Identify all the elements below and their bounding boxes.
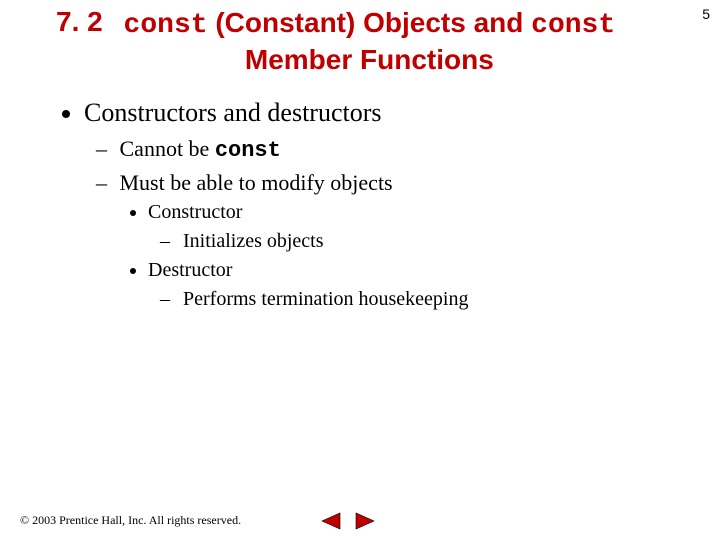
triangle-right-icon (354, 512, 376, 530)
bullet-l4b-text: Performs termination housekeeping (183, 288, 469, 310)
bullet-l3a-text: Constructor (148, 201, 242, 223)
bullet-l4: Performs termination housekeeping (178, 286, 656, 313)
title-code-2: const (531, 10, 615, 41)
bullet-l3: Constructor Initializes objects (148, 199, 656, 255)
slide-body: Constructors and destructors Cannot be c… (56, 95, 656, 315)
title-line-2: Member Functions (103, 43, 636, 77)
bullet-l4a-text: Initializes objects (183, 230, 324, 252)
bullet-l2a-code: const (215, 138, 281, 163)
copyright-footer: © 2003 Prentice Hall, Inc. All rights re… (20, 513, 241, 528)
slide: 5 7. 2 const (Constant) Objects and cons… (0, 0, 720, 540)
triangle-left-icon (320, 512, 342, 530)
bullet-l3: Destructor Performs termination housekee… (148, 257, 656, 313)
bullet-l3b-text: Destructor (148, 259, 232, 281)
next-button[interactable] (354, 512, 376, 530)
bullet-l1: Constructors and destructors Cannot be c… (84, 95, 656, 313)
slide-title: 7. 2 const (Constant) Objects and const … (56, 6, 636, 76)
bullet-l2: Cannot be const (114, 134, 656, 166)
nav-buttons (320, 512, 376, 530)
title-code-1: const (124, 10, 208, 41)
title-line-1: const (Constant) Objects and const (103, 6, 636, 43)
title-mid: (Constant) Objects and (208, 7, 532, 38)
bullet-l4: Initializes objects (178, 228, 656, 255)
bullet-l2: Must be able to modify objects Construct… (114, 168, 656, 314)
bullet-l1-text: Constructors and destructors (84, 98, 382, 127)
page-number: 5 (702, 6, 710, 22)
bullet-l2a-pre: Cannot be (120, 136, 215, 161)
bullet-l2b-text: Must be able to modify objects (120, 170, 393, 195)
prev-button[interactable] (320, 512, 342, 530)
